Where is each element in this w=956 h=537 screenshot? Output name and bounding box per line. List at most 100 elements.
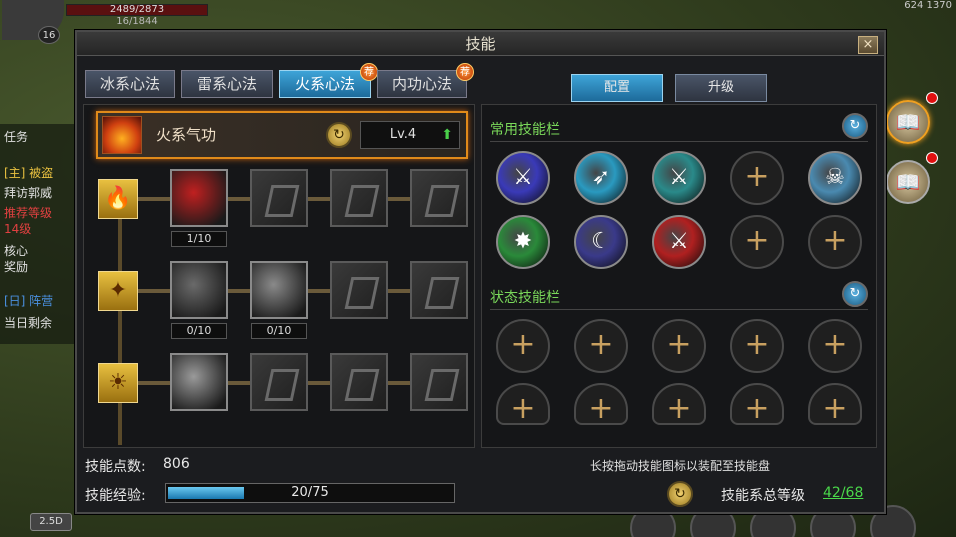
tree-link [308,381,330,385]
school-level-text: Lv.4 [389,127,417,142]
notification-dot [926,152,938,164]
locked-skill-icon[interactable] [330,169,388,227]
fire-school-icon [102,116,142,154]
tab-thunder-school[interactable]: 雷系心法 [181,70,273,98]
divider [490,141,868,142]
tab-label: 火系心法 [294,75,355,93]
empty-slot-plus-icon[interactable]: + [652,319,706,373]
upgrade-tab[interactable]: 升级 [675,74,767,102]
equipped-skill-icon[interactable]: ⚔ [652,151,706,205]
quest-line[interactable]: 奖励 [4,258,28,275]
skill-icon[interactable] [170,353,228,411]
equipped-skill-icon[interactable]: ✸ [496,215,550,269]
locked-skill-icon[interactable] [330,353,388,411]
tree-link [138,289,170,293]
swap-icon[interactable]: ↻ [326,122,352,148]
skill-book-icon[interactable]: 📖 [886,160,930,204]
swap-icon[interactable]: ↻ [667,481,693,507]
total-level-value[interactable]: 42/68 [823,485,863,501]
player-level: 16 [38,26,60,44]
quest-line[interactable]: 拜访郭威 [4,184,52,201]
dialog-title: 技能 [465,35,496,53]
empty-slot-plus-icon[interactable]: + [496,383,550,426]
empty-slot-plus-icon[interactable]: + [808,215,862,269]
skill-points-label: 技能点数: [85,459,146,475]
empty-slot-plus-icon[interactable]: + [574,383,628,426]
equipped-skill-icon[interactable]: ➶ [574,151,628,205]
locked-skill-icon[interactable] [410,169,468,227]
recommend-badge: 荐 [456,63,474,81]
title-bar: 技能 × [77,32,884,56]
skill-dialog: 技能 × 冰系心法 雷系心法 火系心法荐 内功心法荐 配置 升级 火系气功 ↻ … [75,30,886,514]
quest-line[interactable]: 任务 [4,128,28,145]
empty-slot-plus-icon[interactable]: + [730,383,784,426]
tree-link [308,197,330,201]
quest-line[interactable]: [日] 阵营 [4,292,53,309]
skill-type-icon: ✦ [98,271,138,311]
status-bar-title: 状态技能栏 [490,290,560,306]
tree-link [388,381,410,385]
tab-label: 雷系心法 [196,75,257,93]
tab-fire-school[interactable]: 火系心法荐 [279,63,378,98]
view-mode-button[interactable]: 2.5D [30,513,72,531]
empty-slot-plus-icon[interactable]: + [730,151,784,205]
tree-connector [118,185,122,445]
skill-exp-bar: 20/75 [165,483,455,503]
divider [490,309,868,310]
empty-slot-plus-icon[interactable]: + [730,215,784,269]
recommend-badge: 荐 [360,63,378,81]
empty-slot-plus-icon[interactable]: + [652,383,706,426]
quest-line[interactable]: [主] 被盗 [4,164,53,181]
school-header[interactable]: 火系气功 ↻ Lv.4 ⬆ [96,111,468,159]
hp-bar: 2489/2873 [66,4,208,16]
locked-skill-icon[interactable] [410,261,468,319]
locked-skill-icon[interactable] [330,261,388,319]
game-scene: 2489/2873 16/1844 16 624 1370 任务 [主] 被盗 拜访… [0,0,956,537]
quest-tracker[interactable]: 任务 [主] 被盗 拜访郭威推荐等级 14级核心 奖励 [日] 阵营 当日剩余 [0,124,76,344]
quest-line[interactable]: 核心 [4,242,28,259]
locked-skill-icon[interactable] [410,353,468,411]
close-button[interactable]: × [858,36,878,54]
tab-inner-school[interactable]: 内功心法荐 [377,63,474,98]
empty-slot-plus-icon[interactable]: + [574,319,628,373]
config-tab[interactable]: 配置 [571,74,663,102]
skill-icon[interactable] [250,261,308,319]
skill-icon[interactable] [170,169,228,227]
skill-level-count: 0/10 [251,323,307,339]
common-bar-title: 常用技能栏 [490,122,560,138]
equipped-skill-icon[interactable]: ⚔ [652,215,706,269]
school-name: 火系气功 [156,126,217,144]
equipped-skill-icon[interactable]: ☠ [808,151,862,205]
skill-type-icon: 🔥 [98,179,138,219]
refresh-icon[interactable]: ↻ [842,113,868,139]
tree-link [388,197,410,201]
quest-line[interactable]: 14级 [4,220,31,237]
empty-slot-plus-icon[interactable]: + [808,319,862,373]
total-level-label: 技能系总等级 [721,488,805,504]
tree-link [228,381,250,385]
tree-link [138,381,170,385]
locked-skill-icon[interactable] [250,353,308,411]
equipped-skill-icon[interactable]: ☾ [574,215,628,269]
notification-dot [926,92,938,104]
map-coordinates: 624 1370 [904,0,952,11]
locked-skill-icon[interactable] [250,169,308,227]
empty-slot-plus-icon[interactable]: + [496,319,550,373]
skill-book-icon[interactable]: 📖 [886,100,930,144]
skill-icon[interactable] [170,261,228,319]
quest-line[interactable]: 当日剩余 [4,314,52,331]
refresh-icon[interactable]: ↻ [842,281,868,307]
skill-type-icon: ☀ [98,363,138,403]
tree-link [228,197,250,201]
tree-link [308,289,330,293]
tab-ice-school[interactable]: 冰系心法 [85,70,175,98]
equipped-skill-icon[interactable]: ⚔ [496,151,550,205]
level-up-icon[interactable]: ⬆ [441,122,453,148]
quest-line[interactable]: 推荐等级 [4,204,52,221]
tree-link [228,289,250,293]
tree-link [138,197,170,201]
school-level: Lv.4 ⬆ [360,121,460,149]
empty-slot-plus-icon[interactable]: + [808,383,862,426]
empty-slot-plus-icon[interactable]: + [730,319,784,373]
skill-tree-panel: 火系气功 ↻ Lv.4 ⬆ 🔥 1/10 ✦ 0/10 0/10 ☀ [83,104,475,448]
